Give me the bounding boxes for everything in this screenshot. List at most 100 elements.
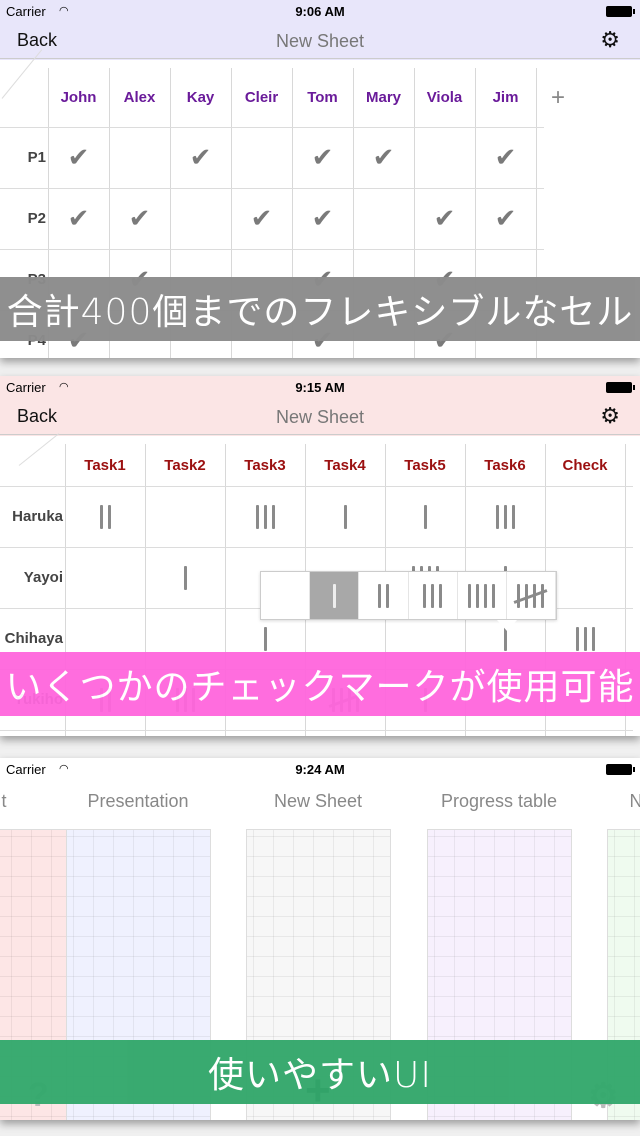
mark-option[interactable] xyxy=(409,572,458,619)
tally-mark xyxy=(468,583,496,609)
grid-cell[interactable]: ✔ xyxy=(475,188,536,249)
panel-sheet-list: Carrier ◠ 9:24 AM t Presentation New Sheet Pro… xyxy=(0,758,640,1120)
panel-tally-grid: Carrier ◠ 9:15 AM Back New Sheet ⚙ Task1 Task2 T… xyxy=(0,376,640,736)
grid-cell[interactable] xyxy=(109,127,170,188)
grid-cell[interactable]: ✔ xyxy=(231,188,292,249)
column-header[interactable]: Check xyxy=(545,444,625,486)
corner-cell xyxy=(18,433,60,466)
picker-pointer xyxy=(497,620,517,631)
grid-cell[interactable] xyxy=(225,486,305,547)
tally-mark xyxy=(575,626,595,652)
grid-cell[interactable] xyxy=(231,127,292,188)
status-bar: Carrier ◠ 9:24 AM xyxy=(0,758,640,780)
grid-cell[interactable] xyxy=(145,486,225,547)
grid-cell[interactable]: ✔ xyxy=(414,188,475,249)
grid-cell[interactable] xyxy=(545,547,625,608)
gears-icon[interactable]: ⚙ xyxy=(600,27,620,53)
nav-title: New Sheet xyxy=(275,31,365,51)
nav-title: New Sheet xyxy=(275,407,365,427)
nav-bar: Back New Sheet ⚙ xyxy=(0,22,640,59)
column-header[interactable]: Task6 xyxy=(465,444,545,486)
row-header[interactable]: P2 xyxy=(0,188,46,249)
checkmark-icon: ✔ xyxy=(311,142,334,172)
checkmark-icon: ✔ xyxy=(494,142,517,172)
checkmark-icon: ✔ xyxy=(67,203,90,233)
column-header[interactable]: Task2 xyxy=(145,444,225,486)
mark-option[interactable] xyxy=(261,572,311,619)
tally-mark xyxy=(423,583,443,609)
column-header[interactable]: Cleir xyxy=(231,68,292,127)
feature-banner: 使いやすいUI xyxy=(0,1040,640,1104)
grid-cell[interactable]: ✔ xyxy=(48,127,109,188)
grid-cell[interactable] xyxy=(145,547,225,608)
tally-mark xyxy=(377,583,389,609)
gears-icon[interactable]: ⚙ xyxy=(600,403,620,429)
row-header[interactable]: Yayoi xyxy=(0,547,63,608)
column-header[interactable]: John xyxy=(48,68,109,127)
column-header[interactable]: Mary xyxy=(353,68,414,127)
sheet-title[interactable]: N xyxy=(630,791,640,812)
grid-cell[interactable] xyxy=(170,188,231,249)
column-header[interactable]: Tom xyxy=(292,68,353,127)
tally-mark xyxy=(183,565,187,591)
grid-cell[interactable] xyxy=(414,127,475,188)
tally-mark xyxy=(332,583,336,609)
column-header[interactable]: Kay xyxy=(170,68,231,127)
column-header[interactable]: Task3 xyxy=(225,444,305,486)
checkmark-icon: ✔ xyxy=(128,203,151,233)
grid-cell[interactable] xyxy=(385,486,465,547)
tally-mark xyxy=(263,626,267,652)
column-header[interactable]: Task1 xyxy=(65,444,145,486)
column-header[interactable]: Task4 xyxy=(305,444,385,486)
sheet-title[interactable]: New Sheet xyxy=(274,791,362,812)
tally-mark xyxy=(255,504,275,530)
battery-icon xyxy=(606,6,635,17)
tally-mark xyxy=(423,504,427,530)
status-bar: Carrier ◠ 9:15 AM xyxy=(0,376,640,398)
checkmark-icon: ✔ xyxy=(67,142,90,172)
grid-cell[interactable] xyxy=(65,486,145,547)
tally-mark xyxy=(99,504,111,530)
mark-option[interactable] xyxy=(507,572,557,619)
grid-cell[interactable]: ✔ xyxy=(292,127,353,188)
feature-banner: 合計400個までのフレキシブルなセル xyxy=(0,277,640,341)
sheet-title[interactable]: t xyxy=(1,791,6,812)
grid-cell[interactable]: ✔ xyxy=(170,127,231,188)
sheet-title[interactable]: Presentation xyxy=(87,791,188,812)
mark-option[interactable] xyxy=(310,572,360,619)
tally-mark xyxy=(495,504,515,530)
column-header[interactable]: Viola xyxy=(414,68,475,127)
nav-bar: Back New Sheet ⚙ xyxy=(0,398,640,435)
grid-cell[interactable] xyxy=(65,547,145,608)
grid-cell[interactable]: ✔ xyxy=(353,127,414,188)
battery-icon xyxy=(606,764,635,775)
checkmark-icon: ✔ xyxy=(311,203,334,233)
mark-option[interactable] xyxy=(458,572,507,619)
row-header[interactable]: P1 xyxy=(0,127,46,188)
status-bar: Carrier ◠ 9:06 AM xyxy=(0,0,640,22)
mark-option[interactable] xyxy=(359,572,409,619)
grid-cell[interactable]: ✔ xyxy=(292,188,353,249)
row-header[interactable]: Haruka xyxy=(0,486,63,547)
sheet-title[interactable]: Progress table xyxy=(441,791,557,812)
panel-check-grid: Carrier ◠ 9:06 AM Back New Sheet ⚙ John Alex Kay… xyxy=(0,0,640,358)
checkmark-icon: ✔ xyxy=(189,142,212,172)
add-column-button[interactable]: + xyxy=(540,68,576,127)
grid-cell[interactable] xyxy=(353,188,414,249)
clock: 9:15 AM xyxy=(295,380,345,395)
grid-cell[interactable]: ✔ xyxy=(48,188,109,249)
clock: 9:06 AM xyxy=(295,4,345,19)
column-header[interactable]: Task5 xyxy=(385,444,465,486)
column-header[interactable]: Jim xyxy=(475,68,536,127)
tally-mark xyxy=(517,583,545,609)
checkmark-icon: ✔ xyxy=(494,203,517,233)
grid-cell[interactable]: ✔ xyxy=(475,127,536,188)
grid-cell[interactable] xyxy=(545,486,625,547)
column-header[interactable]: Alex xyxy=(109,68,170,127)
clock: 9:24 AM xyxy=(295,762,345,777)
grid-cell[interactable]: ✔ xyxy=(109,188,170,249)
mark-picker xyxy=(260,571,557,620)
grid-cell[interactable] xyxy=(305,486,385,547)
checkmark-icon: ✔ xyxy=(433,203,456,233)
grid-cell[interactable] xyxy=(465,486,545,547)
